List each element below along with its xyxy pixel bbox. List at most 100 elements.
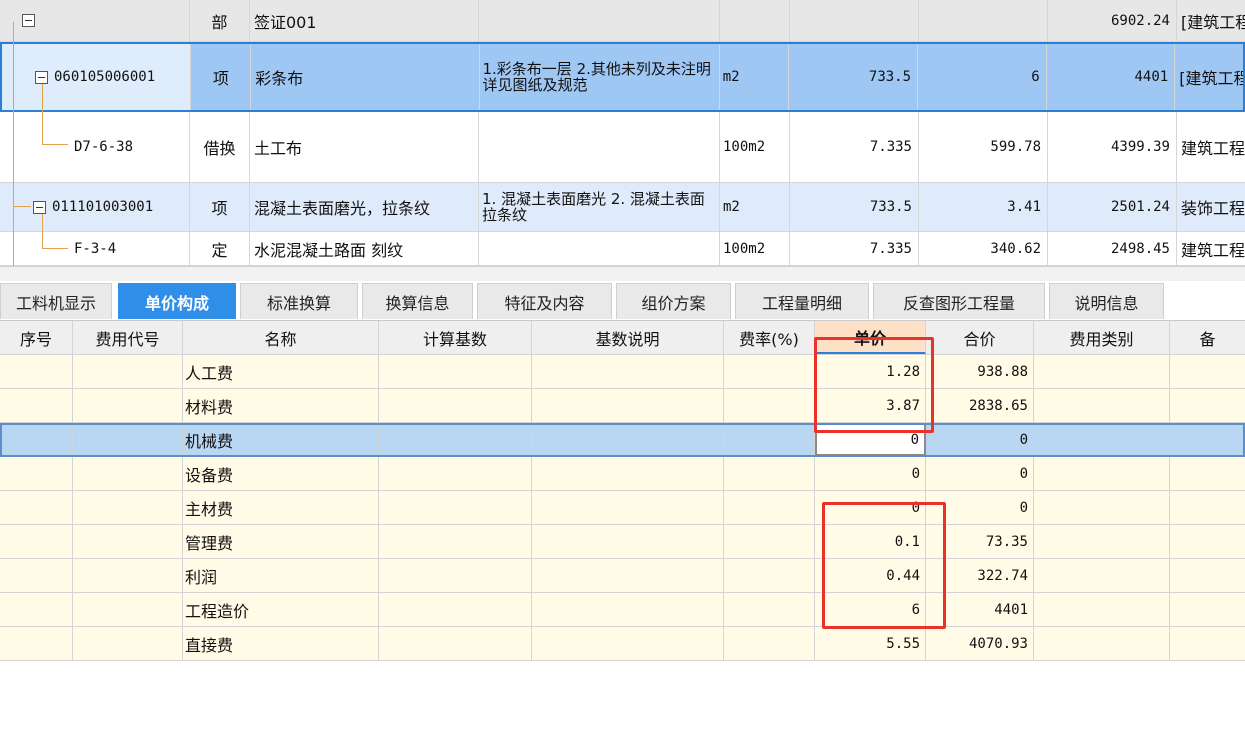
table-row[interactable]: F-3-4 定 水泥混凝土路面 刻纹 100m2 7.335 340.62 24… — [0, 232, 1245, 266]
cell-category[interactable] — [1034, 559, 1170, 592]
cell-code[interactable] — [73, 457, 183, 490]
cell-seq[interactable] — [0, 355, 73, 388]
cell-name[interactable]: 利润 — [183, 559, 379, 592]
cell-category[interactable] — [1034, 593, 1170, 626]
cell-sum[interactable]: 73.35 — [926, 525, 1034, 558]
cell-name[interactable]: 管理费 — [183, 525, 379, 558]
cell-rest[interactable] — [1170, 423, 1245, 456]
table-row[interactable]: 机械费 0 0 — [0, 423, 1245, 457]
cell-rest[interactable] — [1170, 355, 1245, 388]
cell-name[interactable]: 机械费 — [183, 423, 379, 456]
cell-code[interactable] — [73, 559, 183, 592]
tab-pricing-scheme[interactable]: 组价方案 — [616, 283, 731, 319]
cell-rate[interactable] — [724, 355, 815, 388]
cell-name[interactable]: 人工费 — [183, 355, 379, 388]
table-row[interactable]: 工程造价 6 4401 — [0, 593, 1245, 627]
cell-base[interactable] — [379, 559, 532, 592]
cell-base[interactable] — [379, 457, 532, 490]
cell-seq[interactable] — [0, 389, 73, 422]
cell-seq[interactable] — [0, 525, 73, 558]
cell-unit-price[interactable]: 0 — [815, 457, 926, 490]
col-header-rate[interactable]: 费率(%) — [724, 321, 815, 354]
cell-rest[interactable] — [1170, 559, 1245, 592]
cell-name[interactable]: 设备费 — [183, 457, 379, 490]
cell-desc[interactable] — [532, 389, 724, 422]
cell-desc[interactable] — [532, 627, 724, 660]
cell-base[interactable] — [379, 355, 532, 388]
table-row[interactable]: 设备费 0 0 — [0, 457, 1245, 491]
col-header-code[interactable]: 费用代号 — [73, 321, 183, 354]
cell-rate[interactable] — [724, 525, 815, 558]
cell-code[interactable] — [73, 423, 183, 456]
cell-seq[interactable] — [0, 491, 73, 524]
cell-rest[interactable] — [1170, 525, 1245, 558]
tab-conversion-info[interactable]: 换算信息 — [362, 283, 473, 319]
cell-rest[interactable] — [1170, 627, 1245, 660]
cell-code[interactable] — [73, 627, 183, 660]
cell-seq[interactable] — [0, 457, 73, 490]
cell-sum[interactable]: 4070.93 — [926, 627, 1034, 660]
cell-code[interactable] — [73, 355, 183, 388]
cell-unit-price[interactable]: 0 — [815, 423, 926, 456]
table-row[interactable]: 利润 0.44 322.74 — [0, 559, 1245, 593]
splitter[interactable] — [0, 266, 1245, 282]
cell-category[interactable] — [1034, 423, 1170, 456]
cell-seq[interactable] — [0, 559, 73, 592]
cell-name[interactable]: 直接费 — [183, 627, 379, 660]
cell-sum[interactable]: 0 — [926, 457, 1034, 490]
tab-reverse-graphic-quantity[interactable]: 反查图形工程量 — [873, 283, 1045, 319]
cell-desc[interactable] — [532, 491, 724, 524]
cell-category[interactable] — [1034, 491, 1170, 524]
tab-unit-price-composition[interactable]: 单价构成 — [118, 283, 236, 319]
cell-sum[interactable]: 2838.65 — [926, 389, 1034, 422]
cell-sum[interactable]: 0 — [926, 423, 1034, 456]
cell-seq[interactable] — [0, 593, 73, 626]
cell-category[interactable] — [1034, 355, 1170, 388]
cell-rate[interactable] — [724, 593, 815, 626]
cell-unit-price[interactable]: 5.55 — [815, 627, 926, 660]
cell-category[interactable] — [1034, 627, 1170, 660]
col-header-seq[interactable]: 序号 — [0, 321, 73, 354]
cell-rate[interactable] — [724, 627, 815, 660]
cell-sum[interactable]: 0 — [926, 491, 1034, 524]
cell-rate[interactable] — [724, 457, 815, 490]
cell-sum[interactable]: 938.88 — [926, 355, 1034, 388]
col-header-base[interactable]: 计算基数 — [379, 321, 532, 354]
cell-unit-price[interactable]: 0.44 — [815, 559, 926, 592]
cell-base[interactable] — [379, 491, 532, 524]
cell-rest[interactable] — [1170, 593, 1245, 626]
cell-desc[interactable] — [532, 355, 724, 388]
cell-code[interactable] — [73, 525, 183, 558]
cell-base[interactable] — [379, 627, 532, 660]
collapse-icon[interactable] — [35, 70, 48, 84]
cell-code[interactable] — [73, 593, 183, 626]
cell-category[interactable] — [1034, 389, 1170, 422]
cell-rest[interactable] — [1170, 457, 1245, 490]
cell-desc[interactable] — [532, 423, 724, 456]
cell-rate[interactable] — [724, 389, 815, 422]
cell-unit-price[interactable]: 6 — [815, 593, 926, 626]
collapse-icon[interactable] — [22, 14, 35, 27]
cell-desc[interactable] — [532, 457, 724, 490]
cell-rest[interactable] — [1170, 491, 1245, 524]
cell-seq[interactable] — [0, 423, 73, 456]
table-row[interactable]: 管理费 0.1 73.35 — [0, 525, 1245, 559]
table-row[interactable]: 直接费 5.55 4070.93 — [0, 627, 1245, 661]
tab-description-info[interactable]: 说明信息 — [1049, 283, 1164, 319]
table-row[interactable]: 材料费 3.87 2838.65 — [0, 389, 1245, 423]
collapse-icon[interactable] — [33, 200, 46, 214]
col-header-name[interactable]: 名称 — [183, 321, 379, 354]
tab-features-content[interactable]: 特征及内容 — [477, 283, 612, 319]
cell-rate[interactable] — [724, 491, 815, 524]
cell-rate[interactable] — [724, 423, 815, 456]
col-header-unit-price[interactable]: 单价 — [815, 321, 926, 354]
cell-unit-price[interactable]: 3.87 — [815, 389, 926, 422]
tab-quantity-detail[interactable]: 工程量明细 — [735, 283, 869, 319]
table-row[interactable]: D7-6-38 借换 土工布 100m2 7.335 599.78 4399.3… — [0, 112, 1245, 183]
cell-rest[interactable] — [1170, 389, 1245, 422]
col-header-rest[interactable]: 备 — [1170, 321, 1245, 354]
tab-labor-material-machine[interactable]: 工料机显示 — [0, 283, 112, 319]
cell-name[interactable]: 材料费 — [183, 389, 379, 422]
cell-category[interactable] — [1034, 457, 1170, 490]
table-row[interactable]: 060105006001 项 彩条布 1.彩条布一层 2.其他未列及未注明详见图… — [0, 42, 1245, 112]
